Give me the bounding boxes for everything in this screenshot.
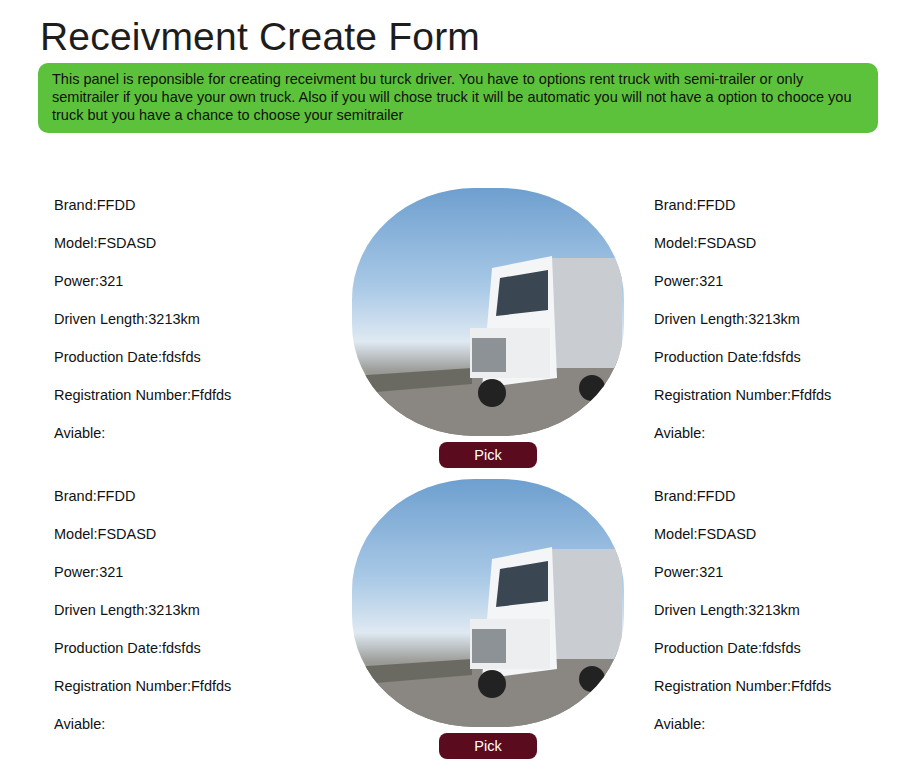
spec-line: Brand:FFDD [54, 487, 352, 505]
spec-line: Driven Length:3213km [654, 601, 904, 619]
spec-line: Driven Length:3213km [654, 310, 904, 328]
spec-line: Model:FSDASD [54, 234, 352, 252]
page: Receivment Create FormThis panel is repo… [0, 0, 915, 759]
spec-line: Production Date:fdsfds [654, 639, 904, 657]
truck-specs-right: Brand:FFDD Model:FSDASD Power:321 Driven Le… [624, 479, 904, 753]
spec-line: Driven Length:3213km [54, 310, 352, 328]
pick-button[interactable]: Pick [439, 442, 537, 468]
spec-line: Aviable: [54, 424, 352, 442]
spec-line: Aviable: [654, 715, 904, 733]
spec-line: Brand:FFDD [54, 196, 352, 214]
spec-line: Aviable: [54, 715, 352, 733]
truck-specs-left: Brand:FFDD Model:FSDASD Power:321 Driven Le… [54, 188, 352, 462]
truck-specs-left: Brand:FFDD Model:FSDASD Power:321 Driven Le… [54, 479, 352, 753]
spec-line: Driven Length:3213km [54, 601, 352, 619]
pick-button[interactable]: Pick [439, 733, 537, 759]
spec-line: Registration Number:Ffdfds [54, 677, 352, 695]
truck-picture-column: Pick [352, 188, 624, 468]
spec-line: Production Date:fdsfds [54, 348, 352, 366]
truck-photo-icon [352, 188, 624, 436]
truck-picture-column: Pick [352, 479, 624, 759]
truck-photo-icon [352, 479, 624, 727]
truck-photo [352, 188, 624, 436]
spec-line: Registration Number:Ffdfds [654, 386, 904, 404]
spec-line: Registration Number:Ffdfds [654, 677, 904, 695]
truck-row: Brand:FFDD Model:FSDASD Power:321 Driven Le… [38, 479, 878, 759]
page-title: Receivment Create Form [40, 14, 878, 61]
spec-line: Model:FSDASD [654, 525, 904, 543]
spec-line: Model:FSDASD [654, 234, 904, 252]
truck-specs-right: Brand:FFDD Model:FSDASD Power:321 Driven Le… [624, 188, 904, 462]
spec-line: Production Date:fdsfds [654, 348, 904, 366]
spec-line: Brand:FFDD [654, 487, 904, 505]
spec-line: Power:321 [54, 272, 352, 290]
spec-line: Registration Number:Ffdfds [54, 386, 352, 404]
spec-line: Production Date:fdsfds [54, 639, 352, 657]
spec-line: Power:321 [654, 272, 904, 290]
spec-line: Model:FSDASD [54, 525, 352, 543]
info-panel: This panel is reponsible for creating re… [38, 63, 878, 133]
truck-photo [352, 479, 624, 727]
spec-line: Power:321 [54, 563, 352, 581]
truck-row: Brand:FFDD Model:FSDASD Power:321 Driven Le… [38, 188, 878, 468]
spec-line: Brand:FFDD [654, 196, 904, 214]
spec-line: Power:321 [654, 563, 904, 581]
spec-line: Aviable: [654, 424, 904, 442]
